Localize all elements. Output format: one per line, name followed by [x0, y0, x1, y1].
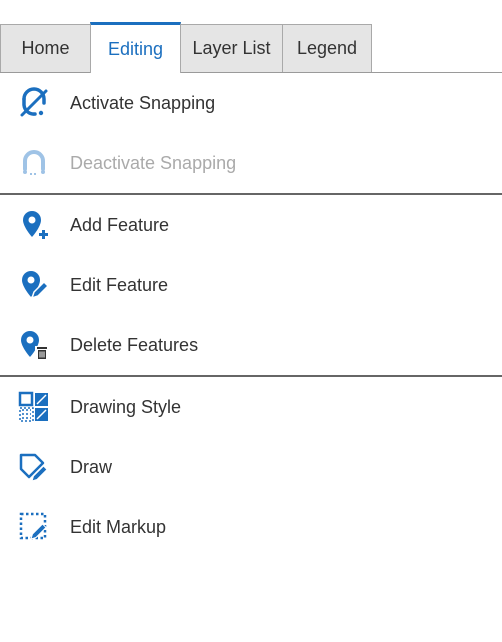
draw-icon — [19, 453, 48, 482]
tab-legend-label: Legend — [296, 38, 358, 58]
tab-layer-list[interactable]: Layer List — [180, 24, 283, 72]
draw-button[interactable]: Draw — [0, 437, 502, 497]
draw-label: Draw — [70, 456, 113, 477]
snapping-off-icon — [23, 150, 45, 175]
tab-editing[interactable]: Editing — [90, 22, 181, 73]
drawing-style-button[interactable]: Drawing Style — [0, 377, 502, 437]
editing-menu: Activate Snapping Deactivate Snapping Ad… — [0, 73, 502, 557]
tab-editing-label: Editing — [107, 38, 164, 59]
delete-features-icon — [21, 331, 49, 360]
deactivate-snapping-button[interactable]: Deactivate Snapping — [0, 133, 502, 193]
edit-markup-icon — [19, 512, 47, 540]
edit-markup-label: Edit Markup — [70, 516, 167, 537]
edit-feature-icon — [22, 271, 50, 300]
tab-legend[interactable]: Legend — [282, 24, 372, 72]
drawing-style-label: Drawing Style — [70, 396, 182, 417]
edit-feature-label: Edit Feature — [70, 274, 169, 295]
delete-features-button[interactable]: Delete Features — [0, 315, 502, 375]
activate-snapping-label: Activate Snapping — [70, 92, 216, 113]
tab-layer-list-label: Layer List — [192, 38, 271, 58]
tab-home-label: Home — [21, 38, 70, 58]
snapping-on-icon — [20, 87, 48, 117]
add-feature-icon — [23, 211, 49, 240]
add-feature-label: Add Feature — [70, 214, 170, 235]
delete-features-label: Delete Features — [70, 334, 199, 355]
activate-snapping-button[interactable]: Activate Snapping — [0, 73, 502, 133]
drawing-style-icon — [18, 391, 48, 422]
deactivate-snapping-label: Deactivate Snapping — [70, 152, 237, 173]
tab-home[interactable]: Home — [0, 24, 91, 72]
tab-bar: Home Editing Layer List Legend — [0, 0, 502, 73]
edit-feature-button[interactable]: Edit Feature — [0, 255, 502, 315]
add-feature-button[interactable]: Add Feature — [0, 195, 502, 255]
edit-markup-button[interactable]: Edit Markup — [0, 497, 502, 557]
